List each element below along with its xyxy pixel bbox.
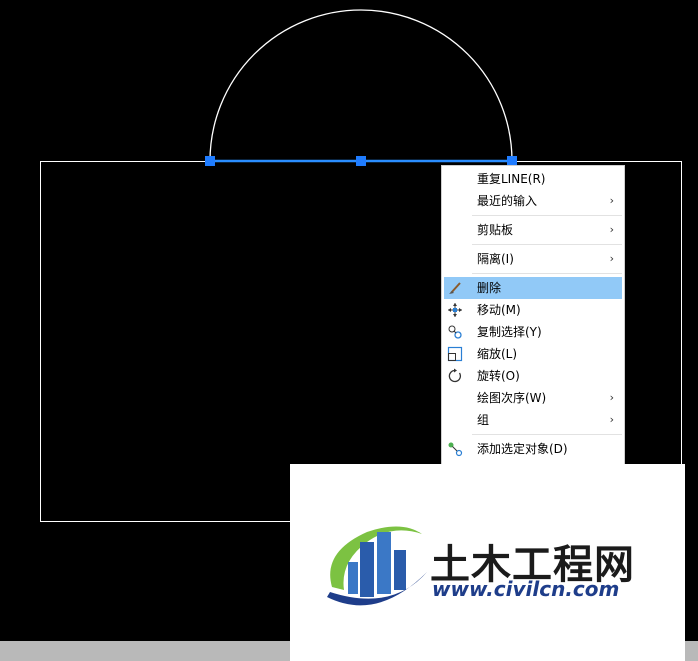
- menu-item-isolate[interactable]: 隔离(I) ›: [444, 248, 622, 270]
- menu-item-label: 组: [477, 413, 490, 427]
- submenu-arrow-icon: ›: [609, 391, 614, 404]
- menu-item-repeat-line[interactable]: 重复LINE(R): [444, 168, 622, 190]
- scale-icon: [447, 346, 463, 362]
- menu-separator: [472, 215, 622, 216]
- rotate-icon: [448, 368, 461, 383]
- menu-separator: [472, 273, 622, 274]
- menu-item-erase[interactable]: 删除: [444, 277, 622, 299]
- menu-item-label: 隔离(I): [477, 252, 514, 266]
- submenu-arrow-icon: ›: [609, 223, 614, 236]
- submenu-arrow-icon: ›: [609, 413, 614, 426]
- menu-item-label: 添加选定对象(D): [477, 442, 568, 456]
- menu-item-label: 复制选择(Y): [477, 325, 542, 339]
- menu-item-label: 删除: [477, 281, 502, 295]
- grip-start[interactable]: [205, 156, 215, 166]
- menu-item-label: 缩放(L): [477, 347, 518, 361]
- menu-item-label: 移动(M): [477, 303, 521, 317]
- submenu-arrow-icon: ›: [609, 194, 614, 207]
- menu-separator: [472, 244, 622, 245]
- submenu-arrow-icon: ›: [609, 252, 614, 265]
- menu-item-add-selected[interactable]: 添加选定对象(D): [444, 438, 622, 460]
- menu-item-label: 剪贴板: [477, 223, 514, 237]
- move-icon: [448, 303, 462, 317]
- menu-item-label: 旋转(O): [477, 369, 520, 383]
- context-menu: 重复LINE(R) 最近的输入 › 剪贴板 › 隔离(I) › 删除 移动(M): [441, 165, 625, 465]
- menu-item-clipboard[interactable]: 剪贴板 ›: [444, 219, 622, 241]
- menu-item-copy-selection[interactable]: 复制选择(Y): [444, 321, 622, 343]
- semicircle-arc[interactable]: [209, 9, 513, 162]
- copy-selection-icon: [448, 325, 462, 339]
- menu-item-scale[interactable]: 缩放(L): [444, 343, 622, 365]
- menu-item-move[interactable]: 移动(M): [444, 299, 622, 321]
- watermark-url: www.civilcn.com: [432, 577, 620, 601]
- menu-separator: [472, 434, 622, 435]
- civilcn-logo-icon: [327, 526, 427, 606]
- add-selected-icon: [448, 442, 463, 457]
- menu-item-recent-input[interactable]: 最近的输入 ›: [444, 190, 622, 212]
- menu-item-draw-order[interactable]: 绘图次序(W) ›: [444, 387, 622, 409]
- grip-midpoint[interactable]: [356, 156, 366, 166]
- menu-item-group[interactable]: 组 ›: [444, 409, 622, 431]
- menu-item-rotate[interactable]: 旋转(O): [444, 365, 622, 387]
- eraser-icon: [449, 282, 461, 294]
- menu-item-label: 重复LINE(R): [477, 172, 546, 186]
- menu-item-label: 绘图次序(W): [477, 391, 547, 405]
- menu-item-label: 最近的输入: [477, 194, 538, 208]
- watermark-panel: 土木工程网 www.civilcn.com: [290, 464, 685, 661]
